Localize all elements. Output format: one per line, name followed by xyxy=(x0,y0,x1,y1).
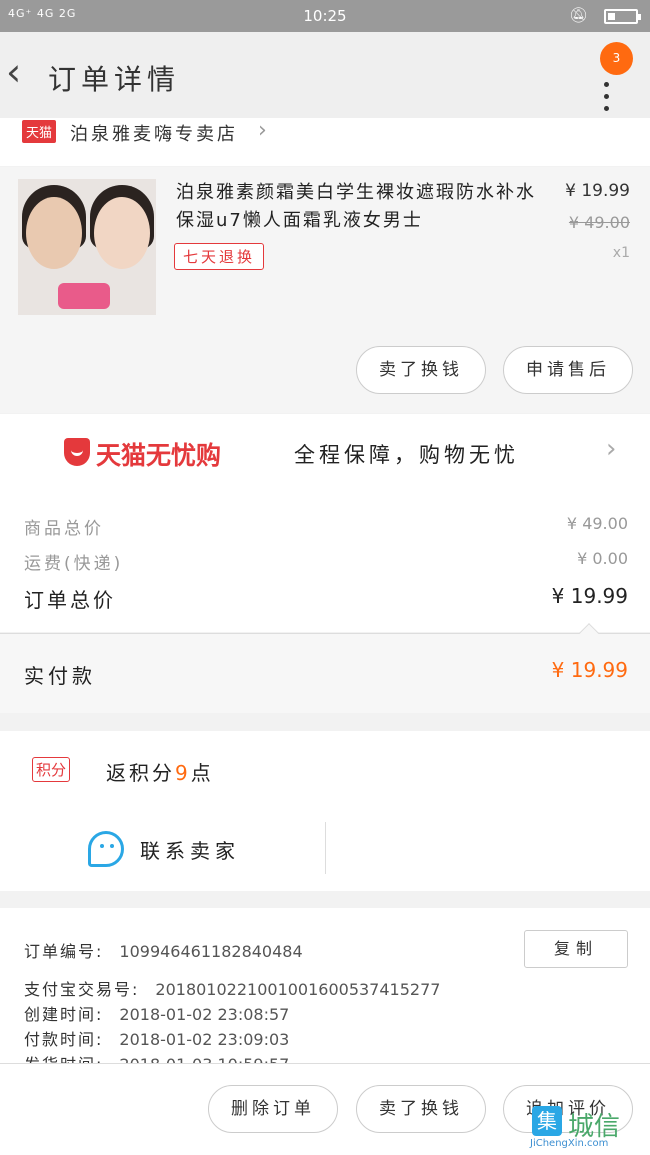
actual-payment-label: 实付款 xyxy=(24,664,96,688)
product-quantity: x1 xyxy=(612,245,630,261)
shipping-label: 运费(快递) xyxy=(24,554,124,574)
goods-total-label: 商品总价 xyxy=(24,519,104,539)
shipping-value: ¥ 0.00 xyxy=(577,549,628,568)
product-price: ¥ 19.99 xyxy=(565,181,630,201)
paid-time-row: 付款时间: 2018-01-02 23:09:03 xyxy=(24,1030,290,1049)
order-number-row: 订单编号: 109946461182840484 xyxy=(24,942,303,961)
actual-payment-row: 实付款 ¥ 19.99 xyxy=(0,623,650,713)
more-menu-dot-icon[interactable] xyxy=(604,106,609,111)
goods-total-value: ¥ 49.00 xyxy=(566,514,628,533)
product-name[interactable]: 泊泉雅素颜霜美白学生裸妆遮瑕防水补水保湿u7懒人面霜乳液女男士 xyxy=(176,179,546,235)
actual-payment-value: ¥ 19.99 xyxy=(551,658,628,682)
order-total-value: ¥ 19.99 xyxy=(551,584,628,608)
shipped-time-row: 发货时间:2018-01-03 10:59:57 xyxy=(24,1051,289,1063)
order-details: 订单编号: 109946461182840484 复制 支付宝交易号: 201801… xyxy=(0,908,650,1063)
battery-icon xyxy=(604,9,641,24)
assurance-slogan: 全程保障，购物无忧 xyxy=(294,443,519,467)
delete-order-button[interactable]: 删除订单 xyxy=(208,1085,338,1133)
order-number: 109946461182840484 xyxy=(119,942,303,961)
seven-day-return-tag: 七天退换 xyxy=(174,243,265,270)
product-thumbnail[interactable] xyxy=(18,179,156,315)
chevron-right-icon: › xyxy=(258,118,267,143)
more-menu-dot-icon[interactable] xyxy=(604,94,609,99)
points-tag: 积分 xyxy=(32,757,71,782)
product-original-price: ¥ 49.00 xyxy=(568,213,630,232)
sell-for-cash-footer-button[interactable]: 卖了换钱 xyxy=(356,1085,486,1133)
tmall-assurance-banner[interactable]: 天猫无忧购 全程保障，购物无忧 › xyxy=(0,414,650,492)
shipped-time: 2018-01-03 10:59:57 xyxy=(119,1055,289,1063)
apply-after-sale-button[interactable]: 申请售后 xyxy=(503,346,633,394)
created-time-row: 创建时间: 2018-01-02 23:08:57 xyxy=(24,1005,290,1024)
status-time: 10:25 xyxy=(303,7,347,25)
watermark-logo: 集 xyxy=(532,1106,562,1136)
back-arrow-icon[interactable]: ‹ xyxy=(6,52,21,92)
chevron-right-icon: › xyxy=(606,434,617,464)
cream-jar-icon xyxy=(58,283,110,309)
contact-seller-button[interactable]: 联系卖家 xyxy=(140,835,240,864)
points-amount: 9 xyxy=(175,761,191,785)
divider xyxy=(325,822,326,874)
product-card: 泊泉雅素颜霜美白学生裸妆遮瑕防水补水保湿u7懒人面霜乳液女男士 七天退换 ¥ 1… xyxy=(0,167,650,413)
status-bar: 4G⁺ 4G 2G 10:25 🔕︎ xyxy=(0,0,650,32)
watermark-url: JiChengXin.com xyxy=(530,1138,609,1149)
alipay-trade-number: 2018010221001001600537415277 xyxy=(155,980,441,999)
assurance-brand: 天猫无忧购 xyxy=(96,441,222,470)
site-watermark: 集 城信 JiChengXin.com xyxy=(528,1104,648,1152)
price-summary: 商品总价 ¥ 49.00 运费(快递) ¥ 0.00 订单总价 ¥ 19.99 xyxy=(0,492,650,632)
alipay-trade-row: 支付宝交易号: 2018010221001001600537415277 xyxy=(24,980,441,999)
tmall-shield-icon xyxy=(64,438,90,466)
tmall-tag: 天猫 xyxy=(22,120,57,143)
more-menu-dot-icon[interactable] xyxy=(604,82,609,87)
top-bar: ‹ 订单详情 3 xyxy=(0,32,650,118)
mute-bell-icon: 🔕︎ xyxy=(568,6,588,24)
points-and-contact: 积分 返积分9点 联系卖家 xyxy=(0,731,650,891)
page-title: 订单详情 xyxy=(48,63,181,96)
order-total-label: 订单总价 xyxy=(24,588,116,612)
copy-order-number-button[interactable]: 复制 xyxy=(524,930,628,968)
chat-bubble-icon[interactable] xyxy=(88,831,124,867)
points-reward-text: 返积分9点 xyxy=(106,761,214,785)
paid-time: 2018-01-02 23:09:03 xyxy=(119,1030,290,1049)
store-name[interactable]: 泊泉雅麦嗨专卖店 xyxy=(70,120,238,146)
sell-for-cash-button[interactable]: 卖了换钱 xyxy=(356,346,486,394)
store-row[interactable]: 天猫 泊泉雅麦嗨专卖店 › xyxy=(0,118,650,166)
message-count-badge[interactable]: 3 xyxy=(600,42,633,75)
created-time: 2018-01-02 23:08:57 xyxy=(119,1005,290,1024)
